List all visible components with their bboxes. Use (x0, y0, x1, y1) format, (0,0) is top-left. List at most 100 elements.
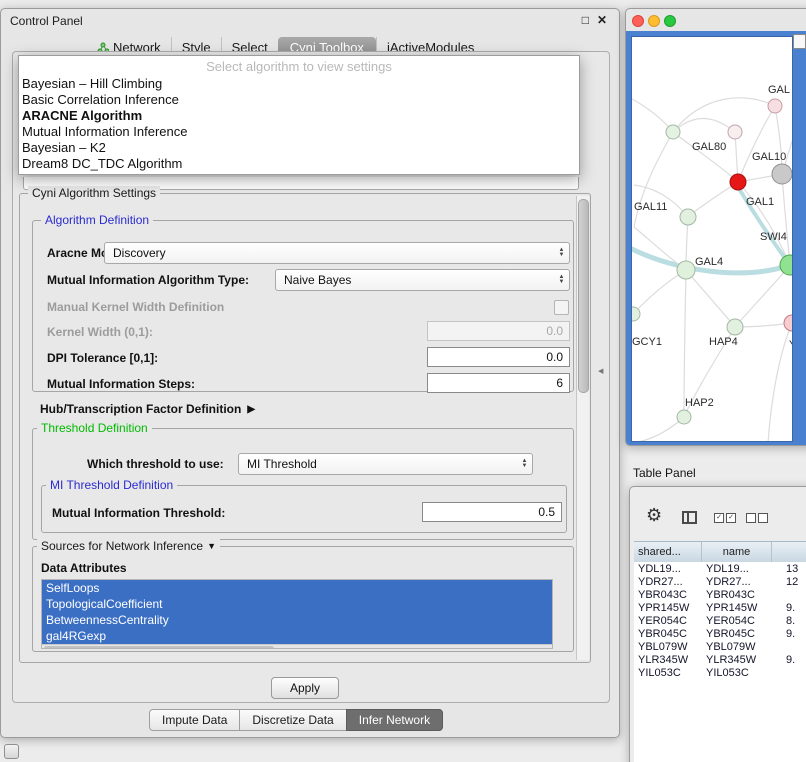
mi-threshold-label: Mutual Information Threshold: (52, 506, 225, 520)
data-attributes-list: SelfLoops TopologicalCoefficient Between… (41, 579, 553, 649)
minimize-traffic-light[interactable] (648, 15, 660, 27)
network-view-frame: GAL GAL80 GAL10 GAL11 GAL1 SWI4 GAL4 GCY… (626, 31, 806, 445)
mi-threshold-group-title: MI Threshold Definition (46, 478, 177, 492)
settings-scrollbar-thumb[interactable] (578, 199, 589, 393)
close-window-icon[interactable]: ✕ (597, 13, 607, 27)
sources-group: Sources for Network Inference ▼ Data Att… (32, 546, 574, 652)
combo-arrows-icon: ▲▼ (554, 248, 569, 258)
show-columns-button[interactable] (682, 511, 697, 524)
column-header-shared[interactable]: shared... (634, 542, 702, 562)
manual-kernel-checkbox[interactable] (554, 300, 569, 315)
view-corner-button[interactable] (793, 34, 806, 49)
unchecked-box-icon (746, 513, 756, 523)
dropdown-placeholder: Select algorithm to view settings (19, 58, 579, 76)
table-row[interactable]: YBR043C YBR043C (634, 589, 806, 602)
mi-type-label: Mutual Information Algorithm Type: (47, 273, 249, 287)
node-label: GAL1 (746, 196, 774, 208)
network-window-titlebar[interactable] (626, 9, 806, 31)
bottom-tabs: Impute Data Discretize Data Infer Networ… (149, 709, 443, 731)
threshold-definition-group: Threshold Definition Which threshold to … (32, 428, 574, 540)
network-view-window: GAL GAL80 GAL10 GAL11 GAL1 SWI4 GAL4 GCY… (625, 8, 806, 446)
node-label: SWI4 (760, 231, 787, 243)
mi-threshold-field[interactable]: 0.5 (422, 502, 562, 522)
tab-discretize-data[interactable]: Discretize Data (239, 709, 346, 731)
table-row[interactable]: YBL079W YBL079W (634, 641, 806, 654)
which-threshold-value: MI Threshold (239, 457, 517, 471)
table-settings-button[interactable]: ⚙ (646, 507, 662, 525)
manual-kernel-label: Manual Kernel Width Definition (47, 300, 224, 314)
node[interactable] (772, 164, 792, 184)
node[interactable] (780, 255, 793, 275)
mi-type-combo[interactable]: Naive Bayes ▲▼ (275, 269, 570, 291)
mi-type-value: Naive Bayes (276, 273, 554, 287)
table-row[interactable]: YPR145W YPR145W 9. (634, 602, 806, 615)
sources-expander[interactable]: Sources for Network Inference ▼ (37, 539, 220, 553)
dropdown-item[interactable]: Bayesian – K2 (19, 140, 579, 156)
node-label: GAL11 (634, 201, 667, 213)
columns-icon (682, 511, 697, 524)
node[interactable] (727, 319, 743, 335)
aracne-mode-combo[interactable]: Discovery ▲▼ (104, 242, 570, 264)
kernel-width-field: 0.0 (427, 321, 570, 341)
node-label: GCY1 (632, 336, 662, 348)
node[interactable] (728, 125, 742, 139)
gear-icon: ⚙ (646, 507, 662, 525)
dropdown-item-selected[interactable]: ARACNE Algorithm (19, 108, 579, 124)
column-header-extra[interactable] (772, 542, 806, 562)
network-graph: GAL GAL80 GAL10 GAL11 GAL1 SWI4 GAL4 GCY… (632, 37, 793, 442)
list-item[interactable]: SelfLoops (42, 580, 552, 596)
hub-tf-label: Hub/Transcription Factor Definition (40, 402, 241, 416)
dropdown-item[interactable]: Dream8 DC_TDC Algorithm (19, 156, 579, 172)
which-threshold-combo[interactable]: MI Threshold ▲▼ (238, 453, 533, 475)
dropdown-item[interactable]: Basic Correlation Inference (19, 92, 579, 108)
aracne-mode-value: Discovery (105, 246, 554, 260)
table-row[interactable]: YLR345W YLR345W 9. (634, 654, 806, 667)
node-label: GAL80 (692, 141, 726, 153)
dpi-tolerance-label: DPI Tolerance [0,1]: (47, 351, 158, 365)
node-red[interactable] (730, 174, 746, 190)
list-hscrollbar-thumb[interactable] (44, 646, 274, 649)
checked-box-icon: ✓ (714, 513, 724, 523)
table-row[interactable]: YIL053C YIL053C (634, 667, 806, 680)
panel-grip-icon[interactable] (4, 744, 19, 759)
list-item[interactable]: TopologicalCoefficient (42, 596, 552, 612)
dropdown-item[interactable]: Mutual Information Inference (19, 124, 579, 140)
node[interactable] (680, 209, 696, 225)
data-attributes-label: Data Attributes (41, 561, 127, 575)
node[interactable] (784, 315, 793, 331)
table-row[interactable]: YDR27... YDR27... 12 (634, 576, 806, 589)
node[interactable] (632, 307, 640, 321)
mi-steps-field[interactable]: 6 (427, 373, 570, 393)
table-row[interactable]: YDL19... YDL19... 13 (634, 563, 806, 576)
list-hscrollbar-track[interactable] (42, 644, 552, 649)
tab-infer-network[interactable]: Infer Network (346, 709, 443, 731)
control-panel-titlebar[interactable]: Control Panel □ ✕ (1, 9, 619, 33)
algorithm-definition-title: Algorithm Definition (41, 213, 153, 227)
network-canvas[interactable]: GAL GAL80 GAL10 GAL11 GAL1 SWI4 GAL4 GCY… (631, 36, 793, 442)
table-row[interactable]: YBR045C YBR045C 9. (634, 628, 806, 641)
tab-impute-data[interactable]: Impute Data (149, 709, 240, 731)
dropdown-item[interactable]: Bayesian – Hill Climbing (19, 76, 579, 92)
list-item[interactable]: BetweennessCentrality (42, 612, 552, 628)
dpi-tolerance-field[interactable]: 0.0 (427, 347, 570, 367)
settings-scrollbar-track[interactable] (576, 196, 589, 660)
select-all-columns-button[interactable]: ✓✓ (714, 513, 736, 523)
mi-steps-label: Mutual Information Steps: (47, 377, 195, 391)
column-header-name[interactable]: name (702, 542, 772, 562)
float-window-icon[interactable]: □ (582, 13, 589, 27)
apply-button[interactable]: Apply (271, 677, 339, 699)
hub-tf-expander[interactable]: Hub/Transcription Factor Definition ▶ (40, 402, 255, 416)
window-title: Control Panel (10, 14, 83, 28)
node[interactable] (677, 261, 695, 279)
table-row[interactable]: YER054C YER054C 8. (634, 615, 806, 628)
close-traffic-light[interactable] (632, 15, 644, 27)
node[interactable] (768, 99, 782, 113)
deselect-all-columns-button[interactable] (746, 513, 768, 523)
list-item[interactable]: gal4RGexp (42, 628, 552, 644)
splitter-collapse-icon[interactable]: ◀ (598, 367, 603, 375)
mi-threshold-group: MI Threshold Definition Mutual Informati… (41, 485, 567, 533)
zoom-traffic-light[interactable] (664, 15, 676, 27)
node[interactable] (666, 125, 680, 139)
node[interactable] (677, 410, 691, 424)
node-label: GAL4 (695, 256, 723, 268)
